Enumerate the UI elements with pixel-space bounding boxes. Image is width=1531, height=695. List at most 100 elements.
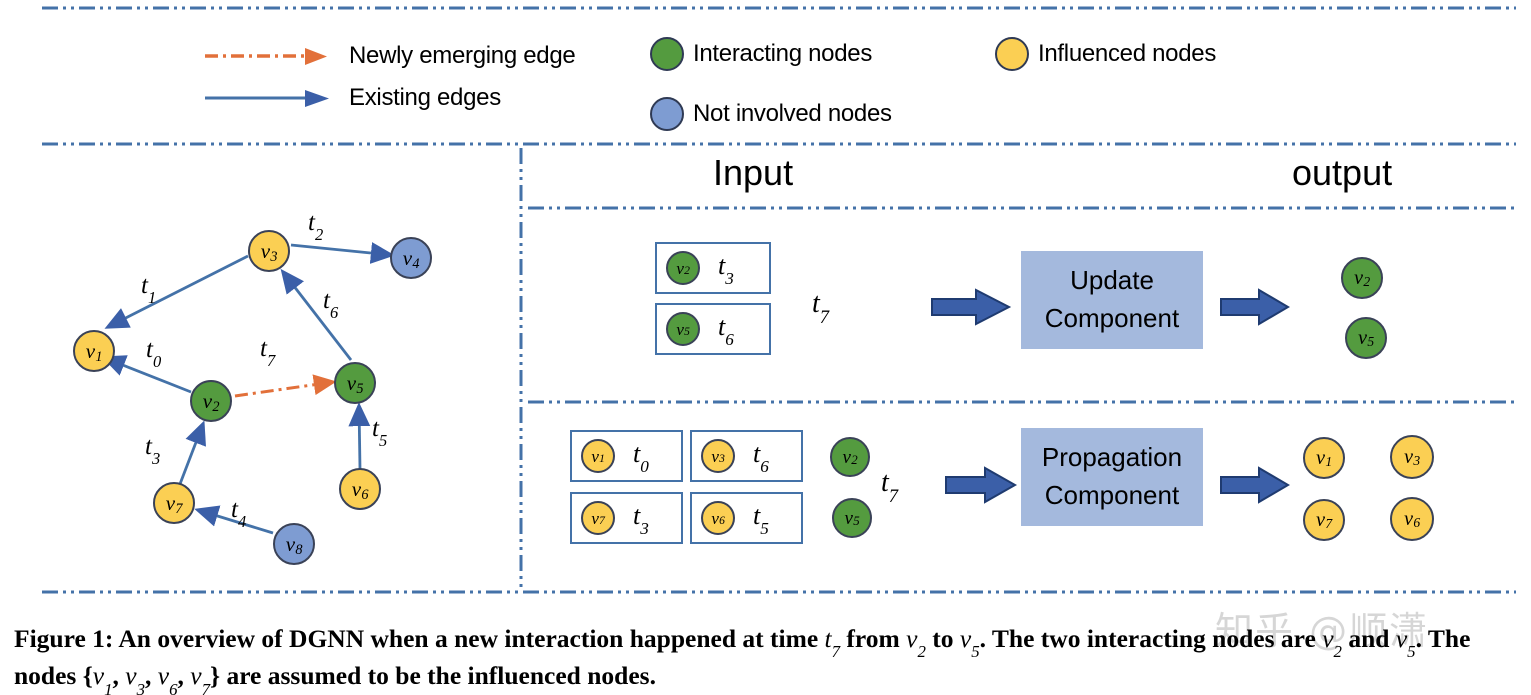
- graph-node-v8-label: v8: [285, 531, 303, 559]
- propagation-input-time-v3: t6: [753, 438, 769, 477]
- propagation-context-node-v5[interactable]: v5: [832, 498, 872, 538]
- caption-t7-sub: 7: [831, 642, 841, 662]
- solid-arrow-icon: [205, 90, 329, 107]
- graph-node-v7-label: v7: [165, 490, 183, 518]
- legend-label-not-involved-nodes: Not involved nodes: [693, 100, 892, 127]
- caption-part4: . The two interacting nodes are: [979, 624, 1323, 653]
- graph-node-v2-label: v2: [202, 388, 220, 416]
- legend-item-influenced-nodes: Influenced nodes: [995, 37, 1216, 71]
- figure-caption: Figure 1: An overview of DGNN when a new…: [14, 622, 1519, 695]
- legend-label-existing-edges: Existing edges: [349, 84, 501, 111]
- propagation-arrow-in: [945, 466, 1018, 504]
- update-input-box-v2[interactable]: v2 t3: [655, 242, 771, 294]
- dash-dot-arrow-icon: [205, 48, 327, 65]
- dynamic-graph: v1 v2 v3 v4 v5 v6 v7 v8 t0 t1 t2 t3 t4 t…: [45, 209, 515, 585]
- propagation-component-box[interactable]: Propagation Component: [1021, 428, 1203, 526]
- caption-part5: and: [1341, 624, 1396, 653]
- edge-label-t2: t2: [308, 209, 324, 245]
- propagation-input-node-v6: v6: [701, 501, 735, 535]
- edge-label-t5: t5: [372, 415, 388, 451]
- propagation-output-node-v7[interactable]: v7: [1303, 499, 1345, 541]
- update-input-node-v5: v5: [666, 312, 700, 346]
- caption-node-set: v1, v3, v6, v7: [92, 661, 211, 695]
- graph-node-v2[interactable]: v2: [190, 380, 232, 422]
- update-input-node-v2: v2: [666, 251, 700, 285]
- legend-item-interacting-nodes: Interacting nodes: [650, 37, 872, 71]
- update-arrow-out: [1220, 288, 1290, 326]
- edge-label-t3: t3: [145, 433, 161, 469]
- update-output-node-v2[interactable]: v2: [1341, 257, 1383, 299]
- propagation-component-line2: Component: [1044, 480, 1180, 510]
- graph-node-v5-label: v5: [346, 370, 364, 398]
- caption-v2-sub: 2: [917, 642, 926, 662]
- update-input-box-v5[interactable]: v5 t6: [655, 303, 771, 355]
- not-involved-node-icon: [650, 97, 684, 131]
- graph-node-v3[interactable]: v3: [248, 230, 290, 272]
- caption-v2: v: [906, 624, 918, 653]
- graph-node-v5[interactable]: v5: [334, 362, 376, 404]
- graph-node-v4-label: v4: [402, 245, 420, 273]
- graph-node-v3-label: v3: [260, 238, 278, 266]
- caption-v5b: v: [1395, 624, 1408, 653]
- new-edge-t7: [234, 374, 337, 398]
- figure-canvas: Newly emerging edge Existing edges Inter…: [0, 0, 1531, 695]
- update-trigger-time: t7: [812, 288, 830, 328]
- output-title: output: [1292, 152, 1393, 193]
- caption-v2b: v: [1322, 624, 1334, 653]
- caption-t7: t: [824, 624, 832, 653]
- propagation-input-time-v1: t0: [633, 438, 649, 477]
- legend-item-existing-edges: Existing edges: [203, 84, 501, 112]
- legend-label-newly-emerging-edge: Newly emerging edge: [349, 42, 576, 69]
- influenced-node-icon: [995, 37, 1029, 71]
- propagation-output-node-v6[interactable]: v6: [1390, 497, 1434, 541]
- graph-node-v4[interactable]: v4: [390, 237, 432, 279]
- update-arrow-in: [931, 288, 1012, 326]
- propagation-input-time-v7: t3: [633, 500, 649, 539]
- legend-label-interacting-nodes: Interacting nodes: [693, 40, 873, 67]
- propagation-input-box-v7[interactable]: v7 t3: [570, 492, 683, 544]
- edge-label-t4: t4: [231, 496, 247, 532]
- propagation-input-box-v1[interactable]: v1 t0: [570, 430, 683, 482]
- propagation-input-node-v7: v7: [581, 501, 615, 535]
- caption-v2b-sub: 2: [1333, 642, 1342, 662]
- edge-label-t0: t0: [146, 336, 162, 372]
- caption-part3: to: [925, 624, 960, 653]
- propagation-input-box-v3[interactable]: v3 t6: [690, 430, 803, 482]
- legend-label-influenced-nodes: Influenced nodes: [1038, 40, 1217, 67]
- update-input-time-v5: t6: [718, 311, 734, 350]
- propagation-arrow-out: [1220, 466, 1290, 504]
- edge-label-t6: t6: [323, 287, 339, 323]
- caption-v5b-sub: 5: [1407, 642, 1416, 662]
- update-component-box[interactable]: Update Component: [1021, 251, 1203, 349]
- propagation-input-node-v3: v3: [701, 439, 735, 473]
- propagation-input-time-v6: t5: [753, 500, 769, 539]
- edge-label-t7: t7: [260, 335, 276, 371]
- edge-label-t1: t1: [141, 272, 157, 308]
- graph-node-v8[interactable]: v8: [273, 523, 315, 565]
- interacting-node-icon: [650, 37, 684, 71]
- graph-node-v6-label: v6: [351, 476, 369, 504]
- propagation-output-node-v3[interactable]: v3: [1390, 435, 1434, 479]
- propagation-input-box-v6[interactable]: v6 t5: [690, 492, 803, 544]
- caption-part1: An overview of DGNN when a new interacti…: [113, 624, 825, 653]
- propagation-input-node-v1: v1: [581, 439, 615, 473]
- graph-node-v6[interactable]: v6: [339, 468, 381, 510]
- caption-prefix: Figure 1:: [14, 624, 114, 653]
- graph-node-v7[interactable]: v7: [153, 482, 195, 524]
- caption-v5-sub: 5: [971, 642, 980, 662]
- graph-node-v1[interactable]: v1: [73, 330, 115, 372]
- graph-node-v1-label: v1: [85, 338, 103, 366]
- propagation-context-node-v2[interactable]: v2: [830, 437, 870, 477]
- input-title: Input: [713, 152, 794, 193]
- update-output-node-v5[interactable]: v5: [1345, 317, 1387, 359]
- legend-item-not-involved-nodes: Not involved nodes: [650, 97, 892, 131]
- update-component-line1: Update: [1070, 265, 1154, 296]
- caption-v5: v: [959, 624, 972, 653]
- legend: Newly emerging edge Existing edges Inter…: [0, 10, 1531, 140]
- update-input-time-v2: t3: [718, 250, 734, 289]
- propagation-output-node-v1[interactable]: v1: [1303, 437, 1345, 479]
- update-component-line2: Component: [1044, 303, 1180, 333]
- propagation-component-line1: Propagation: [1041, 442, 1183, 473]
- caption-part7: } are assumed to be the influenced nodes…: [210, 661, 656, 691]
- legend-item-newly-emerging-edge: Newly emerging edge: [203, 42, 576, 70]
